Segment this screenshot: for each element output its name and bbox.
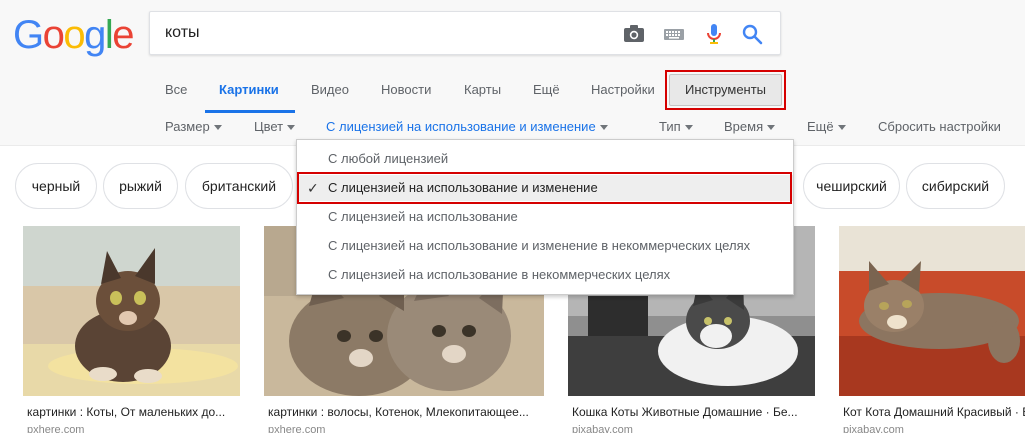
highlight-frame-selected-option bbox=[297, 172, 792, 204]
result-caption[interactable]: картинки : волосы, Котенок, Млекопитающе… bbox=[268, 405, 544, 419]
mic-icon[interactable] bbox=[702, 22, 726, 46]
menu-item-any-license[interactable]: С любой лицензией bbox=[297, 146, 793, 172]
camera-icon[interactable] bbox=[622, 22, 646, 46]
result-caption[interactable]: картинки : Коты, От маленьких до... bbox=[27, 405, 240, 419]
filter-label: Цвет bbox=[254, 119, 284, 134]
reset-filters-link[interactable]: Сбросить настройки bbox=[878, 119, 1001, 134]
tab-maps[interactable]: Карты bbox=[464, 82, 501, 97]
filter-label: Время bbox=[724, 119, 764, 134]
keyboard-icon[interactable] bbox=[662, 22, 686, 46]
logo-letter: g bbox=[84, 13, 106, 57]
cat-photo bbox=[23, 226, 240, 396]
filter-label: С лицензией на использование и изменение bbox=[326, 119, 596, 134]
filter-size[interactable]: Размер bbox=[165, 119, 222, 134]
caret-down-icon bbox=[837, 125, 846, 131]
result-caption[interactable]: Кошка Коты Животные Домашние · Бе... bbox=[572, 405, 815, 419]
google-logo[interactable]: Google bbox=[13, 13, 134, 57]
caret-down-icon bbox=[767, 125, 776, 131]
caret-down-icon bbox=[213, 125, 222, 131]
tab-news[interactable]: Новости bbox=[381, 82, 431, 97]
search-icon[interactable] bbox=[740, 22, 764, 46]
tab-more[interactable]: Ещё bbox=[533, 82, 560, 97]
tab-settings[interactable]: Настройки bbox=[591, 82, 655, 97]
result-image[interactable] bbox=[23, 226, 240, 396]
chip-british[interactable]: британский bbox=[185, 163, 293, 209]
result-source[interactable]: pxhere.com bbox=[27, 424, 84, 433]
result-source[interactable]: pixabay.com bbox=[843, 424, 904, 433]
filter-label: Размер bbox=[165, 119, 210, 134]
search-input[interactable]: коты bbox=[165, 24, 200, 42]
filter-license[interactable]: С лицензией на использование и изменение bbox=[326, 119, 608, 134]
result-image[interactable] bbox=[839, 226, 1025, 396]
filter-bar: Размер Цвет С лицензией на использование… bbox=[0, 118, 1025, 138]
filter-label: Ещё bbox=[807, 119, 834, 134]
tab-images[interactable]: Картинки bbox=[219, 82, 279, 97]
license-dropdown-menu: С любой лицензией ✓ С лицензией на испол… bbox=[296, 139, 794, 295]
result-source[interactable]: pxhere.com bbox=[268, 424, 325, 433]
menu-item-label: С лицензией на использование в некоммерч… bbox=[328, 267, 671, 282]
logo-letter: e bbox=[112, 13, 134, 57]
menu-item-label: С лицензией на использование и изменение… bbox=[328, 238, 751, 253]
tab-all[interactable]: Все bbox=[165, 82, 187, 97]
chip-cheshire[interactable]: чеширский bbox=[803, 163, 900, 209]
menu-item-label: С любой лицензией bbox=[328, 151, 449, 166]
filter-color[interactable]: Цвет bbox=[254, 119, 296, 134]
menu-item-reuse[interactable]: С лицензией на использование bbox=[297, 204, 793, 230]
menu-item-noncommercial-reuse[interactable]: С лицензией на использование в некоммерч… bbox=[297, 262, 793, 288]
cat-on-sofa-photo bbox=[839, 226, 1025, 396]
filter-more[interactable]: Ещё bbox=[807, 119, 846, 134]
result-caption[interactable]: Кот Кота Домашний Красивый · Бе... bbox=[843, 405, 1025, 419]
chip-ginger[interactable]: рыжий bbox=[103, 163, 178, 209]
caret-down-icon bbox=[684, 125, 693, 131]
active-tab-indicator bbox=[205, 110, 295, 113]
chip-siberian[interactable]: сибирский bbox=[906, 163, 1005, 209]
filter-time[interactable]: Время bbox=[724, 119, 776, 134]
filter-label: Тип bbox=[659, 119, 681, 134]
search-box[interactable]: коты bbox=[149, 11, 781, 55]
filter-type[interactable]: Тип bbox=[659, 119, 693, 134]
highlight-frame-tools bbox=[665, 70, 786, 110]
chip-black[interactable]: черный bbox=[15, 163, 97, 209]
logo-letter: o bbox=[63, 13, 85, 57]
logo-letter: o bbox=[42, 13, 65, 57]
menu-item-label: С лицензией на использование bbox=[328, 209, 518, 224]
nav-tabs: Все Картинки Видео Новости Карты Ещё Нас… bbox=[0, 70, 1025, 114]
tab-video[interactable]: Видео bbox=[311, 82, 349, 97]
logo-letter: G bbox=[13, 13, 44, 57]
result-source[interactable]: pixabay.com bbox=[572, 424, 633, 433]
menu-item-noncommercial-reuse-modify[interactable]: С лицензией на использование и изменение… bbox=[297, 233, 793, 259]
caret-down-icon bbox=[287, 125, 296, 131]
caret-down-icon bbox=[599, 125, 608, 131]
